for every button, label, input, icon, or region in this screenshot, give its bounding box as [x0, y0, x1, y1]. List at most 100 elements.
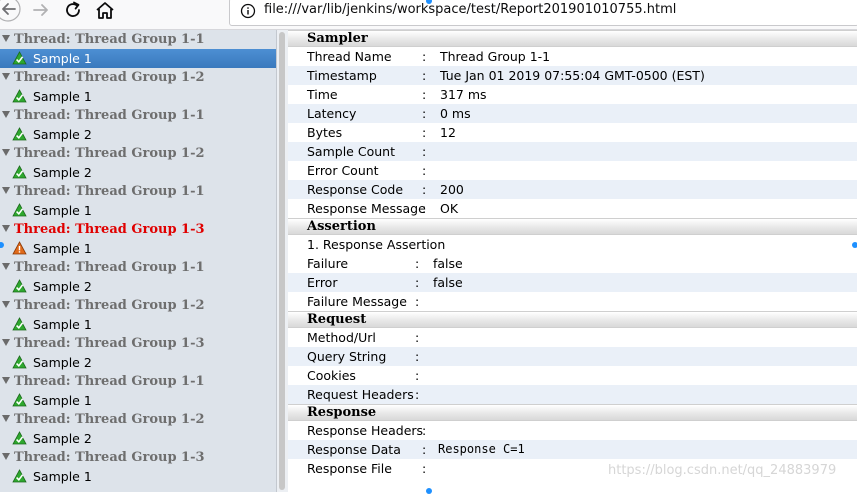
- sample-node[interactable]: Sample 2: [0, 277, 276, 296]
- expand-triangle-icon[interactable]: [2, 453, 10, 460]
- detail-value: Thread Group 1-1: [440, 49, 551, 64]
- detail-key: Response File: [307, 461, 392, 476]
- detail-row: Time:317 ms: [288, 85, 857, 104]
- detail-value: 317 ms: [440, 87, 487, 102]
- sample-label: Sample 1: [33, 241, 92, 256]
- detail-value: false: [433, 275, 463, 290]
- reload-button[interactable]: [62, 0, 86, 24]
- expand-triangle-icon[interactable]: [2, 225, 10, 232]
- sample-node[interactable]: Sample 2: [0, 353, 276, 372]
- detail-separator: :: [422, 68, 427, 83]
- info-icon[interactable]: [240, 3, 256, 19]
- success-sample-icon: [12, 127, 27, 141]
- thread-group-node[interactable]: Thread: Thread Group 1-2: [0, 296, 276, 315]
- detail-separator: :: [415, 387, 420, 402]
- thread-group-node[interactable]: Thread: Thread Group 1-1: [0, 182, 276, 201]
- sample-node[interactable]: Sample 1: [0, 239, 276, 258]
- thread-group-label: Thread: Thread Group 1-1: [14, 108, 205, 123]
- success-sample-icon: [12, 51, 27, 65]
- success-sample-icon: [12, 355, 27, 369]
- sample-node[interactable]: Sample 2: [0, 125, 276, 144]
- detail-row: Failure Message:: [288, 292, 857, 311]
- assertion-name-row: 1. Response Assertion: [288, 235, 857, 254]
- detail-separator: :: [422, 106, 427, 121]
- expand-triangle-icon[interactable]: [2, 301, 10, 308]
- thread-group-node[interactable]: Thread: Thread Group 1-1: [0, 30, 276, 49]
- thread-group-node[interactable]: Thread: Thread Group 1-2: [0, 410, 276, 429]
- sample-node[interactable]: Sample 2: [0, 429, 276, 448]
- detail-key: Method/Url: [307, 330, 376, 345]
- detail-separator: :: [422, 49, 427, 64]
- detail-row: Response Headers:: [288, 421, 857, 440]
- home-button[interactable]: [93, 0, 117, 24]
- thread-group-node[interactable]: Thread: Thread Group 1-1: [0, 106, 276, 125]
- sample-node[interactable]: Sample 2: [0, 163, 276, 182]
- thread-group-node[interactable]: Thread: Thread Group 1-2: [0, 144, 276, 163]
- sample-node[interactable]: Sample 1: [0, 201, 276, 220]
- detail-separator: :: [415, 368, 420, 383]
- thread-group-label: Thread: Thread Group 1-1: [14, 260, 205, 275]
- success-sample-icon: [12, 393, 27, 407]
- expand-triangle-icon[interactable]: [2, 73, 10, 80]
- detail-row: Sample Count:: [288, 142, 857, 161]
- detail-row: Timestamp: Tue Jan 01 2019 07:55:04 GMT-0…: [288, 66, 857, 85]
- detail-separator: :: [415, 256, 420, 271]
- sample-label: Sample 2: [33, 431, 92, 446]
- thread-group-node[interactable]: Thread: Thread Group 1-3: [0, 448, 276, 467]
- sample-label: Sample 2: [33, 279, 92, 294]
- thread-group-label: Thread: Thread Group 1-3: [14, 336, 205, 351]
- expand-triangle-icon[interactable]: [2, 263, 10, 270]
- detail-separator: :: [415, 349, 420, 364]
- warning-sample-icon: [12, 241, 27, 255]
- request-section-title: Request: [307, 312, 367, 327]
- sample-label: Sample 1: [33, 317, 92, 332]
- response-section-header: Response: [288, 404, 857, 421]
- expand-triangle-icon[interactable]: [2, 187, 10, 194]
- detail-key: Query String: [307, 349, 387, 364]
- detail-row: Cookies:: [288, 366, 857, 385]
- back-button[interactable]: [0, 0, 24, 24]
- sample-node[interactable]: Sample 1: [0, 315, 276, 334]
- expand-triangle-icon[interactable]: [2, 149, 10, 156]
- thread-group-node[interactable]: Thread: Thread Group 1-1: [0, 258, 276, 277]
- success-sample-icon: [12, 165, 27, 179]
- selection-handle-bottom: [426, 488, 432, 494]
- detail-key: Time: [307, 87, 338, 102]
- expand-triangle-icon[interactable]: [2, 339, 10, 346]
- scrollbar-thumb[interactable]: [279, 32, 285, 490]
- thread-group-node[interactable]: Thread: Thread Group 1-3: [0, 334, 276, 353]
- sample-details: Sampler Thread Name: Thread Group 1-1 Time…: [288, 30, 857, 492]
- forward-button[interactable]: [29, 0, 53, 24]
- thread-group-node[interactable]: Thread: Thread Group 1-3: [0, 220, 276, 239]
- expand-triangle-icon[interactable]: [2, 415, 10, 422]
- url-text: file:///var/lib/jenkins/workspace/test/R…: [264, 2, 677, 17]
- sample-node[interactable]: Sample 1: [0, 467, 276, 486]
- success-sample-icon: [12, 89, 27, 103]
- sampler-section-title: Sampler: [307, 31, 368, 46]
- expand-triangle-icon[interactable]: [2, 377, 10, 384]
- assertion-name: 1. Response Assertion: [307, 237, 446, 252]
- detail-separator: :: [422, 144, 427, 159]
- detail-separator: :: [415, 275, 420, 290]
- detail-key: Request Headers: [307, 387, 414, 402]
- expand-triangle-icon[interactable]: [2, 111, 10, 118]
- success-sample-icon: [12, 279, 27, 293]
- expand-triangle-icon[interactable]: [2, 35, 10, 42]
- sample-node[interactable]: Sample 1: [0, 49, 276, 68]
- detail-separator: :: [422, 87, 427, 102]
- thread-group-label: Thread: Thread Group 1-2: [14, 70, 205, 85]
- detail-separator: :: [422, 125, 427, 140]
- sample-node[interactable]: Sample 1: [0, 87, 276, 106]
- detail-key: Error Count: [307, 163, 379, 178]
- response-section-title: Response: [307, 405, 377, 420]
- detail-row: Query String:: [288, 347, 857, 366]
- sample-label: Sample 2: [33, 127, 92, 142]
- thread-group-label: Thread: Thread Group 1-3: [14, 450, 205, 465]
- sample-node[interactable]: Sample 1: [0, 391, 276, 410]
- tree-scrollbar[interactable]: [276, 30, 288, 492]
- thread-group-label: Thread: Thread Group 1-2: [14, 298, 205, 313]
- url-bar[interactable]: file:///var/lib/jenkins/workspace/test/R…: [229, 0, 857, 26]
- thread-group-node[interactable]: Thread: Thread Group 1-2: [0, 68, 276, 87]
- thread-group-node[interactable]: Thread: Thread Group 1-1: [0, 372, 276, 391]
- detail-value: false: [433, 256, 463, 271]
